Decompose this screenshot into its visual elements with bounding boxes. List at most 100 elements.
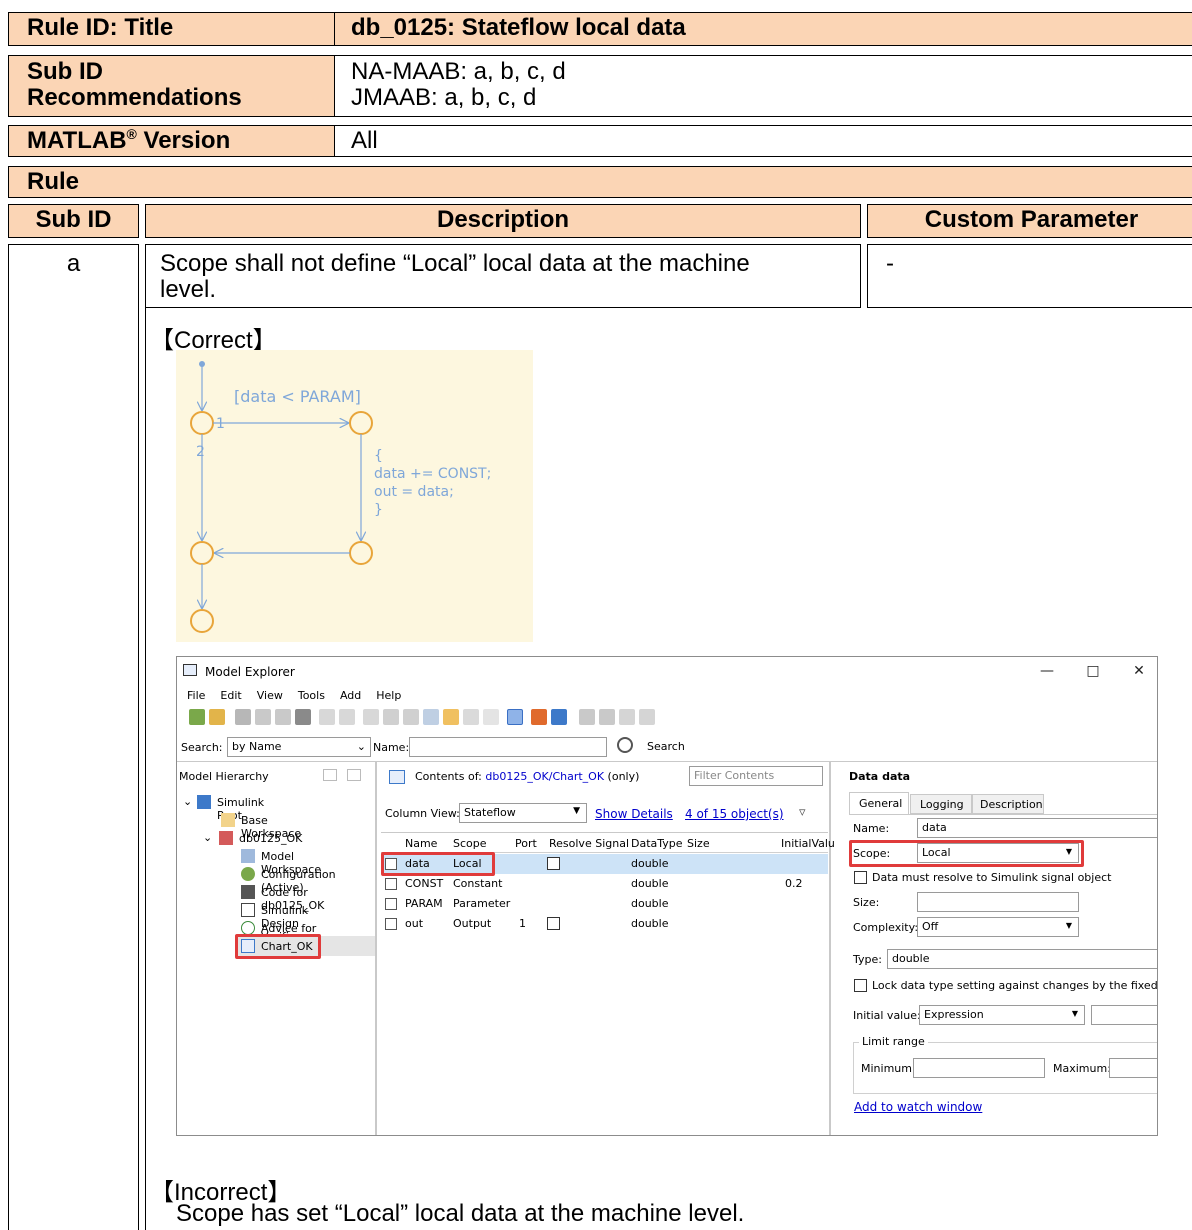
gear-icon[interactable] — [383, 709, 399, 725]
tab-description-label: Description — [980, 798, 1043, 811]
col-name[interactable]: Name — [405, 837, 437, 850]
delete-icon[interactable] — [295, 709, 311, 725]
target-icon[interactable] — [403, 709, 419, 725]
size-prop-input[interactable] — [917, 892, 1079, 912]
col-datatype[interactable]: DataType — [631, 837, 683, 850]
sub-id-rec-value-line2: JMAAB: a, b, c, d — [351, 84, 537, 111]
event-icon[interactable] — [443, 709, 459, 725]
initial-value-input[interactable] — [1091, 1005, 1157, 1025]
table-icon[interactable] — [339, 709, 355, 725]
table-row[interactable]: out Output 1 double — [381, 914, 828, 934]
row-datatype: double — [631, 897, 669, 910]
contents-prefix: Contents of: — [415, 770, 482, 783]
col-size[interactable]: Size — [687, 837, 710, 850]
properties-title: Data data — [849, 770, 911, 783]
tab-general-label: General — [859, 797, 903, 810]
chain-icon[interactable] — [347, 769, 361, 781]
code-icon — [241, 885, 255, 899]
collapse-icon[interactable]: ⌄ — [183, 795, 192, 808]
name-label: Name: — [373, 741, 410, 754]
row-scope: Constant — [453, 877, 503, 890]
col-custom-header: Custom Parameter — [867, 204, 1192, 238]
show-details-link[interactable]: Show Details — [595, 807, 673, 821]
type-prop-value: double — [892, 952, 930, 965]
row-datatype: double — [631, 917, 669, 930]
cut-icon[interactable] — [235, 709, 251, 725]
junction-5 — [190, 609, 214, 633]
search-button[interactable]: Search — [647, 740, 685, 753]
sub-id-rec-label-line2: Recommendations — [27, 84, 242, 111]
print-icon[interactable] — [619, 709, 635, 725]
rule-id-value: db_0125: Stateflow local data — [334, 12, 1192, 46]
name-prop-label: Name: — [853, 822, 890, 835]
col-port[interactable]: Port — [515, 837, 537, 850]
function-icon[interactable] — [463, 709, 479, 725]
data-icon[interactable] — [423, 709, 439, 725]
import-icon[interactable] — [599, 709, 615, 725]
menu-help[interactable]: Help — [376, 689, 401, 702]
refresh-icon[interactable] — [639, 709, 655, 725]
copy-icon[interactable] — [255, 709, 271, 725]
model-explorer-window: Model Explorer — □ ✕ File Edit View Tools Ad… — [176, 656, 1158, 1136]
maximum-input[interactable] — [1109, 1058, 1157, 1078]
tab-general[interactable]: General — [849, 792, 909, 814]
table-row[interactable]: CONST Constant double 0.2 — [381, 874, 828, 894]
block-icon[interactable] — [363, 709, 379, 725]
lock-type-checkbox[interactable] — [854, 979, 867, 992]
initial-value-select[interactable]: Expression ▼ — [919, 1005, 1085, 1025]
dropdown-arrow-icon: ▼ — [1071, 1009, 1078, 1018]
search-type-select[interactable]: by Name ⌄ — [227, 737, 371, 757]
column-view-select[interactable]: Stateflow ▼ — [459, 803, 587, 823]
search-icon[interactable] — [617, 737, 633, 753]
resolve-signal-prop-checkbox[interactable] — [854, 871, 867, 884]
filter-icon[interactable]: ▿ — [799, 805, 806, 820]
complexity-prop-select[interactable]: Off ▼ — [917, 917, 1079, 937]
paste-icon[interactable] — [275, 709, 291, 725]
grid-icon[interactable] — [319, 709, 335, 725]
columns-icon[interactable] — [507, 709, 523, 725]
resolve-signal-checkbox[interactable] — [547, 917, 560, 930]
export-icon[interactable] — [579, 709, 595, 725]
type-prop-input[interactable]: double — [887, 949, 1157, 969]
menu-edit[interactable]: Edit — [220, 689, 241, 702]
workspace-icon — [221, 813, 235, 827]
new-model-icon[interactable] — [189, 709, 205, 725]
stateflow-chart: [data < PARAM] 1 2 { data += CONST; out … — [176, 350, 533, 642]
filter-contents-input[interactable]: Filter Contents — [689, 766, 823, 786]
minimum-input[interactable] — [913, 1058, 1045, 1078]
example-area-left-border — [145, 307, 146, 1230]
menu-tools[interactable]: Tools — [298, 689, 325, 702]
simulink-icon[interactable] — [551, 709, 567, 725]
menu-view[interactable]: View — [257, 689, 283, 702]
grid-header: Name Scope Port Resolve Signal DataType … — [381, 833, 835, 853]
matlab-registered-mark: ® — [126, 126, 137, 142]
rule-id-label: Rule ID: Title — [8, 12, 335, 46]
open-icon[interactable] — [209, 709, 225, 725]
col-scope[interactable]: Scope — [453, 837, 487, 850]
col-custom-text: Custom Parameter — [924, 206, 1139, 233]
name-prop-input[interactable]: data — [917, 818, 1157, 838]
matlab-icon[interactable] — [531, 709, 547, 725]
menu-add[interactable]: Add — [340, 689, 361, 702]
collapse-icon[interactable]: ⌄ — [203, 831, 212, 844]
contents-path[interactable]: db0125_OK/Chart_OK — [485, 770, 604, 783]
minimize-button[interactable]: — — [1035, 663, 1059, 681]
object-count-link[interactable]: 4 of 15 object(s) — [685, 807, 784, 821]
tab-description[interactable]: Description — [972, 794, 1044, 814]
col-initial-value[interactable]: InitialValu — [781, 837, 835, 850]
row-datatype: double — [631, 877, 669, 890]
close-button[interactable]: ✕ — [1127, 663, 1151, 681]
resolve-signal-checkbox[interactable] — [547, 857, 560, 870]
sub-id-rec-label-line1: Sub ID — [27, 58, 103, 85]
sub-id-rec-value: NA-MAAB: a, b, c, d JMAAB: a, b, c, d — [334, 55, 1192, 117]
fx-icon[interactable] — [483, 709, 499, 725]
tab-logging[interactable]: Logging — [910, 794, 972, 814]
name-search-input[interactable] — [409, 737, 607, 757]
sub-id-rec-value-line1: NA-MAAB: a, b, c, d — [351, 58, 566, 85]
table-row[interactable]: PARAM Parameter double — [381, 894, 828, 914]
link-icon[interactable] — [323, 769, 337, 781]
maximize-button[interactable]: □ — [1081, 663, 1105, 681]
menu-file[interactable]: File — [187, 689, 205, 702]
add-to-watch-link[interactable]: Add to watch window — [854, 1100, 982, 1114]
col-resolve-signal[interactable]: Resolve Signal — [549, 837, 629, 850]
